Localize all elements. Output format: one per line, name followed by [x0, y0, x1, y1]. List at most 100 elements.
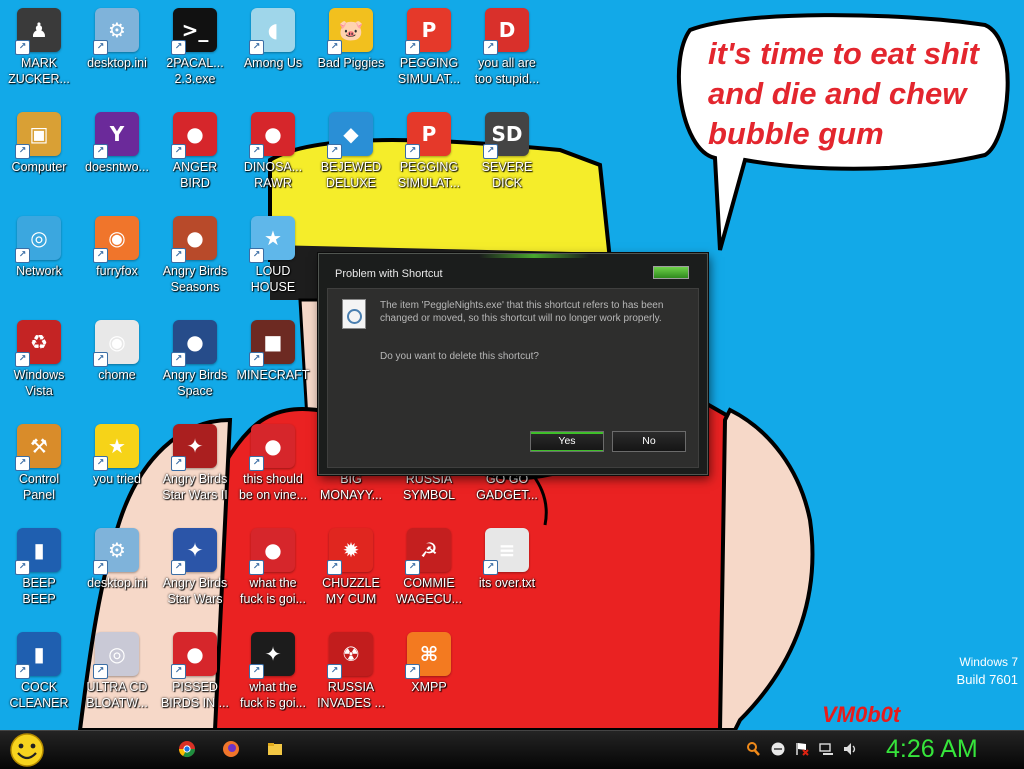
angry-birds-icon: ● ↗ [171, 112, 217, 159]
firefox-icon[interactable] [222, 740, 240, 758]
desktop-icon[interactable]: ● ↗ what the fuck is goi... [234, 528, 312, 628]
desktop-icon[interactable]: ★ ↗ LOUD HOUSE [234, 216, 312, 316]
shortcut-arrow-icon: ↗ [249, 40, 264, 55]
desktop-icon[interactable]: ✦ ↗ Angry Birds Star Wars II [156, 424, 234, 524]
desktop-icon[interactable]: ● ↗ Angry Birds Seasons [156, 216, 234, 316]
chrome-icon[interactable] [178, 740, 196, 758]
desktop-icon[interactable]: ◆ ↗ BEJEWED DELUXE [312, 112, 390, 212]
desktop-icon-label: 2PACAL... 2.3.exe [166, 56, 224, 86]
yes-button[interactable]: Yes [530, 431, 604, 452]
desktop-icon[interactable]: ◎ ↗ ULTRA CD BLOATW... [78, 632, 156, 730]
shortcut-arrow-icon: ↗ [171, 144, 186, 159]
desktop-icon[interactable]: ◉ ↗ furryfox [78, 216, 156, 316]
shortcut-arrow-icon: ↗ [93, 144, 108, 159]
desktop-icon[interactable]: SD ↗ SEVERE DICK [468, 112, 546, 212]
shortcut-arrow-icon: ↗ [15, 664, 30, 679]
desktop-icon[interactable]: ♻ ↗ Windows Vista [0, 320, 78, 420]
file-explorer-icon[interactable] [266, 740, 284, 758]
desktop-icon-label: this should be on vine... [238, 472, 308, 502]
shortcut-arrow-icon: ↗ [327, 40, 342, 55]
desktop-icon[interactable]: ● ↗ ANGER BIRD [156, 112, 234, 212]
desktop-icon[interactable]: ✦ ↗ Angry Birds Star Wars [156, 528, 234, 628]
desktop-icon[interactable]: ⚙ ↗ desktop.ini [78, 8, 156, 108]
desktop-icon[interactable]: ● ↗ PISSED BIRDS IN ... [156, 632, 234, 730]
shortcut-arrow-icon: ↗ [405, 40, 420, 55]
desktop-icon-label: desktop.ini [87, 56, 147, 70]
desktop-icon[interactable]: Y ↗ doesntwo... [78, 112, 156, 212]
dialog-question: Do you want to delete this shortcut? [380, 351, 539, 362]
desktop-icon[interactable]: D ↗ you all are too stupid... [468, 8, 546, 108]
shortcut-arrow-icon: ↗ [93, 248, 108, 263]
shortcut-arrow-icon: ↗ [93, 40, 108, 55]
smiley-start-icon[interactable] [8, 732, 46, 768]
desktop-icon[interactable]: ▮ ↗ BEEP BEEP [0, 528, 78, 628]
desktop-icon[interactable]: ◖ ↗ Among Us [234, 8, 312, 108]
desktop-icon-label: Angry Birds Star Wars II [162, 472, 228, 502]
network-icon[interactable] [818, 741, 834, 757]
shortcut-arrow-icon: ↗ [171, 664, 186, 679]
desktop-icon-label: XMPP [411, 680, 447, 694]
desktop-icon[interactable]: ▮ ↗ COCK CLEANER [0, 632, 78, 730]
angry-birds-icon: ● ↗ [171, 632, 217, 679]
taskbar: 4:26 AM [0, 730, 1024, 769]
desktop-icon[interactable]: ♟ ↗ MARK ZUCKER... [0, 8, 78, 108]
action-center-flag-icon[interactable] [794, 741, 810, 757]
desktop[interactable]: it's time to eat shit and die and chew b… [0, 0, 1024, 730]
shortcut-arrow-icon: ↗ [405, 664, 420, 679]
xampp-icon: ⌘ ↗ [405, 632, 451, 679]
blue-book-icon: ▮ ↗ [15, 528, 61, 575]
desktop-icon-label: DINOSA... RAWR [243, 160, 303, 190]
desktop-icon-label: COCK CLEANER [9, 680, 69, 710]
desktop-icon[interactable]: ● ↗ this should be on vine... [234, 424, 312, 524]
desktop-icon[interactable]: ◎ ↗ Network [0, 216, 78, 316]
close-button[interactable] [653, 266, 689, 279]
desktop-icon[interactable]: 🐷 ↗ Bad Piggies [312, 8, 390, 108]
bejeweled-icon: ◆ ↗ [327, 112, 373, 159]
volume-icon[interactable] [842, 741, 858, 757]
desktop-icon[interactable]: ■ ↗ MINECRAFT [234, 320, 312, 420]
shortcut-arrow-icon: ↗ [483, 560, 498, 575]
desktop-icon[interactable]: ✦ ↗ what the fuck is goi... [234, 632, 312, 730]
chat-icon[interactable] [770, 741, 786, 757]
desktop-icon[interactable]: ● ↗ Angry Birds Space [156, 320, 234, 420]
clock[interactable]: 4:26 AM [886, 735, 978, 764]
desktop-icon[interactable]: ⌘ ↗ XMPP [390, 632, 468, 730]
desktop-icon[interactable]: ▣ ↗ Computer [0, 112, 78, 212]
desktop-icon[interactable]: ☭ ↗ COMMIE WAGECU... [390, 528, 468, 628]
settings-file-icon: ⚙ ↗ [93, 8, 139, 55]
desktop-icon[interactable]: ★ ↗ you tried [78, 424, 156, 524]
desktop-icon-label: PEGGING SIMULAT... [397, 160, 461, 190]
desktop-icon-label: RUSSIA INVADES ... [317, 680, 385, 710]
desktop-icon[interactable]: ● ↗ DINOSA... RAWR [234, 112, 312, 212]
peggle-icon: P ↗ [405, 112, 451, 159]
bad-piggies-icon: 🐷 ↗ [327, 8, 373, 55]
desktop-icon-label: Angry Birds Seasons [162, 264, 228, 294]
shortcut-arrow-icon: ↗ [171, 352, 186, 367]
angry-birds-icon: ● ↗ [249, 112, 295, 159]
dialog-titlebar[interactable]: Problem with Shortcut [319, 254, 707, 288]
desktop-icon[interactable]: P ↗ PEGGING SIMULAT... [390, 8, 468, 108]
desktop-icon[interactable]: ✹ ↗ CHUZZLE MY CUM [312, 528, 390, 628]
search-icon[interactable] [745, 741, 761, 757]
control-panel-icon: ⚒ ↗ [15, 424, 61, 471]
desktop-icon[interactable]: ≡ ↗ its over.txt [468, 528, 546, 628]
desktop-icon[interactable]: P ↗ PEGGING SIMULAT... [390, 112, 468, 212]
desktop-icon[interactable]: ⚒ ↗ Control Panel [0, 424, 78, 524]
loud-house-icon: ★ ↗ [249, 216, 295, 263]
no-button[interactable]: No [612, 431, 686, 452]
firefox-icon: ◉ ↗ [93, 216, 139, 263]
shortcut-arrow-icon: ↗ [249, 456, 264, 471]
desktop-icon[interactable]: ☢ ↗ RUSSIA INVADES ... [312, 632, 390, 730]
shortcut-arrow-icon: ↗ [327, 144, 342, 159]
shortcut-arrow-icon: ↗ [483, 40, 498, 55]
desktop-icon-label: its over.txt [478, 576, 536, 590]
desktop-icon-label: what the fuck is goi... [240, 576, 306, 606]
desktop-icon[interactable]: >_ ↗ 2PACAL... 2.3.exe [156, 8, 234, 108]
angry-birds-seasons-icon: ● ↗ [171, 216, 217, 263]
angry-birds-star-wars-icon: ✦ ↗ [171, 528, 217, 575]
missing-file-icon [342, 299, 366, 329]
angry-birds-star-wars-icon: ✦ ↗ [171, 424, 217, 471]
desktop-icon-label: ULTRA CD BLOATW... [86, 680, 148, 710]
desktop-icon[interactable]: ◉ ↗ chome [78, 320, 156, 420]
desktop-icon[interactable]: ⚙ ↗ desktop.ini [78, 528, 156, 628]
